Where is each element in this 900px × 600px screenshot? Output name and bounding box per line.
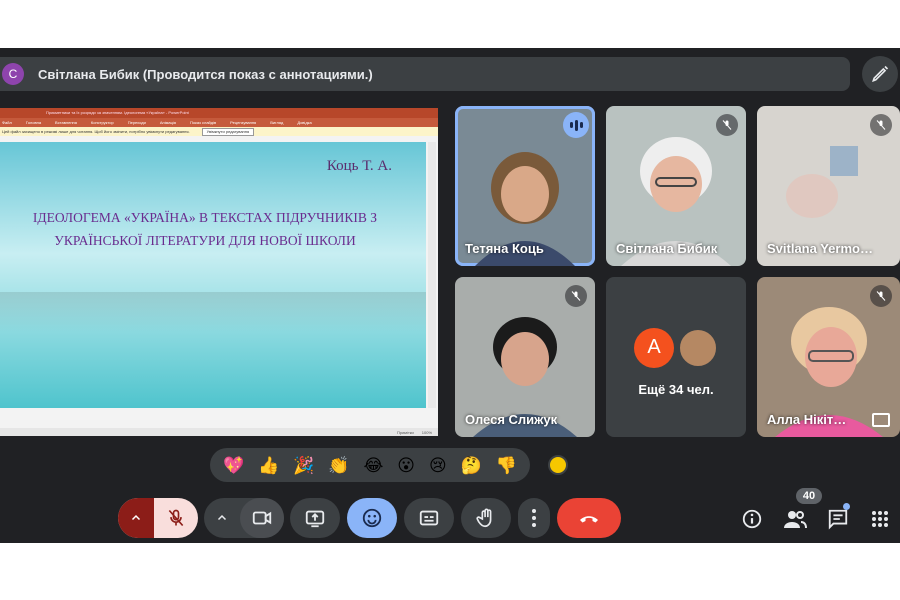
people-button[interactable] [782, 506, 808, 532]
mic-off-icon [722, 120, 732, 130]
participant-tile[interactable]: Олеся Слижук [455, 277, 595, 437]
ribbon-tab: Довідка [297, 120, 312, 125]
shared-screen[interactable]: Прикметники та їх розряди за значенням. … [0, 108, 438, 436]
mic-off-indicator [870, 285, 892, 307]
more-vert-icon [532, 509, 536, 527]
leave-call-button[interactable] [557, 498, 621, 538]
ribbon-tab: Рецензування [230, 120, 257, 125]
reaction-thumbs-down[interactable]: 👎 [496, 457, 517, 474]
enable-editing-button: Увімкнути редагування [201, 127, 255, 136]
ribbon-tab: Вставлення [55, 120, 77, 125]
chevron-up-icon [131, 514, 141, 521]
present-screen-icon [305, 510, 325, 528]
reaction-thumbs-up[interactable]: 👍 [258, 457, 279, 474]
ribbon-tab: Анімація [159, 120, 176, 125]
ribbon-tab: Файл [2, 120, 12, 125]
annotate-button[interactable] [862, 56, 898, 92]
meeting-stage: С Світлана Бибик (Проводится показ с анн… [0, 48, 900, 543]
slide: Коць Т. А. ІДЕОЛОГЕМА «УКРАЇНА» В ТЕКСТА… [0, 142, 426, 408]
ppt-window-title: Прикметники та їх розряди за значенням. … [0, 108, 438, 118]
participant-tile[interactable]: Алла Нікіт… [757, 277, 900, 437]
mic-toggle-button[interactable] [154, 498, 198, 538]
video-options-button[interactable] [204, 498, 240, 538]
ppt-status-bar: Примітки 100% [0, 428, 438, 436]
chat-icon [828, 509, 848, 530]
more-options-button[interactable] [518, 498, 550, 538]
mic-off-icon [571, 291, 581, 301]
participant-video [786, 146, 858, 218]
reaction-clap[interactable]: 👏 [328, 457, 349, 474]
reaction-party[interactable]: 🎉 [293, 457, 314, 474]
mic-off-icon [168, 509, 184, 527]
participant-tile[interactable]: Тетяна Коць [455, 106, 595, 266]
ribbon-tab: Головна [25, 120, 42, 125]
participant-avatar-photo [678, 327, 718, 368]
reactions-bar: 💖 👍 🎉 👏 😂 😮 😢 🤔 👎 [210, 448, 530, 482]
mic-off-indicator [565, 285, 587, 307]
slide-heading: ІДЕОЛОГЕМА «УКРАЇНА» В ТЕКСТАХ ПІДРУЧНИК… [0, 206, 410, 252]
captions-button[interactable] [404, 498, 454, 538]
participant-tile[interactable]: Світлана Бибик [606, 106, 746, 266]
chat-notification-dot [843, 503, 850, 510]
participant-name: Тетяна Коць [465, 241, 544, 256]
info-icon [742, 509, 762, 529]
protected-view-bar: Цей файл захищено в режимі лише для чита… [0, 127, 438, 136]
participant-name: Svitlana Yermo… [767, 241, 873, 256]
present-screen-button[interactable] [290, 498, 340, 538]
slide-heading-line: УКРАЇНСЬКОЇ ЛІТЕРАТУРИ ДЛЯ НОВОЇ ШКОЛИ [54, 233, 356, 248]
mic-off-icon [876, 291, 886, 301]
participant-name: Алла Нікіт… [767, 412, 847, 427]
reactions-button[interactable] [347, 498, 397, 538]
reaction-heart[interactable]: 💖 [223, 457, 244, 474]
notes-label: Примітки [396, 429, 414, 435]
ppt-ribbon: Файл Головна Вставлення Конструктор Пере… [0, 118, 438, 127]
speaking-indicator [563, 112, 589, 138]
apps-grid-icon [872, 511, 888, 527]
people-icon [784, 511, 807, 529]
captions-icon [419, 510, 439, 526]
pip-icon [872, 413, 890, 427]
ribbon-tab: Вигляд [270, 120, 284, 125]
participant-count-badge: 40 [796, 488, 822, 504]
participant-name: Світлана Бибик [616, 241, 718, 256]
meeting-details-button[interactable] [739, 506, 765, 532]
mic-off-indicator [716, 114, 738, 136]
raise-hand-icon [476, 508, 492, 528]
more-participants-label: Ещё 34 чел. [638, 381, 714, 397]
protected-view-text: Цей файл захищено в режимі лише для чита… [2, 129, 190, 134]
more-participants-tile[interactable]: А Ещё 34 чел. [606, 277, 746, 437]
slide-heading-line: ІДЕОЛОГЕМА «УКРАЇНА» В ТЕКСТАХ ПІДРУЧНИК… [32, 210, 378, 225]
chevron-up-icon [217, 514, 227, 521]
presenting-banner: С Світлана Бибик (Проводится показ с анн… [0, 57, 850, 91]
presenting-banner-text: Світлана Бибик (Проводится показ с аннот… [38, 66, 373, 82]
presenter-avatar: С [2, 63, 24, 85]
pen-icon [872, 65, 889, 82]
camera-icon [252, 511, 272, 525]
slide-background [0, 292, 426, 332]
skin-tone-button[interactable] [548, 455, 568, 475]
raise-hand-button[interactable] [461, 498, 511, 538]
ribbon-tab: Показ слайдів [189, 120, 217, 125]
participant-tile[interactable]: Svitlana Yermo… [757, 106, 900, 266]
end-call-icon [580, 516, 598, 523]
participant-name: Олеся Слижук [465, 412, 558, 427]
participant-avatar: А [634, 327, 674, 368]
ppt-scrollbar [428, 142, 436, 408]
audio-options-button[interactable] [118, 498, 154, 538]
ribbon-tab: Конструктор [90, 120, 114, 125]
reaction-thinking[interactable]: 🤔 [461, 457, 482, 474]
more-avatars: А [634, 327, 718, 368]
emoji-icon [362, 508, 382, 528]
mic-off-indicator [870, 114, 892, 136]
reaction-sad[interactable]: 😢 [429, 457, 447, 474]
zoom-level: 100% [421, 429, 432, 435]
camera-toggle-button[interactable] [240, 498, 284, 538]
ribbon-tab: Переходи [127, 120, 146, 125]
activities-button[interactable] [867, 506, 893, 532]
reaction-surprised[interactable]: 😮 [397, 457, 415, 474]
reaction-laugh[interactable]: 😂 [363, 457, 383, 474]
mic-off-icon [876, 120, 886, 130]
slide-author: Коць Т. А. [326, 158, 392, 174]
